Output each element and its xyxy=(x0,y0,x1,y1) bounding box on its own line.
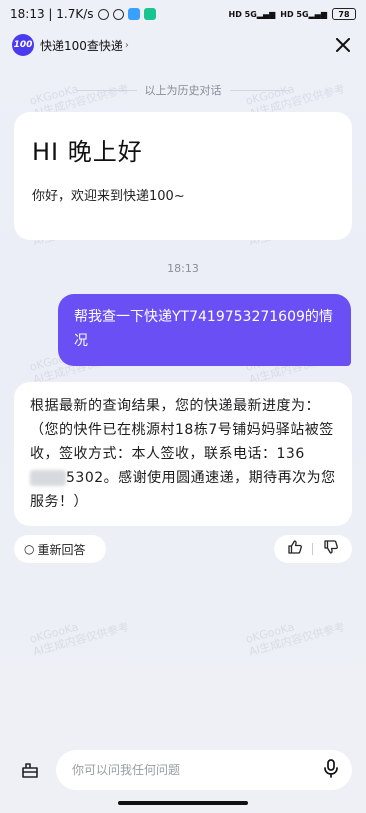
divider-line xyxy=(229,89,290,91)
welcome-card: HI 晚上好 你好，欢迎来到快递100~ xyxy=(14,112,352,240)
app-logo: 100 xyxy=(12,34,34,56)
message-input-box xyxy=(56,750,352,790)
refresh-icon: ○ xyxy=(24,542,35,556)
redacted-phone xyxy=(30,470,66,486)
user-message-text: 帮我查一下快递YT7419753271609的情况 xyxy=(74,309,333,349)
message-timestamp: 18:13 xyxy=(167,262,199,275)
watermark: oKGooKaAI生成内容仅供参考 xyxy=(244,620,347,659)
reply-text-part1: 根据最新的查询结果，您的快递最新进度为：（您的快件已在桃源村18栋7号铺妈妈驿站… xyxy=(30,398,334,462)
status-time: 18:13 | 1.7K/s xyxy=(10,7,94,21)
feedback-group xyxy=(274,535,352,563)
app-title[interactable]: 快递100查快递 xyxy=(40,37,123,54)
home-indicator[interactable] xyxy=(118,801,248,805)
alarm-icon xyxy=(112,8,124,20)
close-icon xyxy=(336,38,350,52)
app-header: 100 快递100查快递 › xyxy=(0,30,366,60)
signal-icon: HD 5G▂▄▆ xyxy=(228,9,276,19)
app-notification-icon xyxy=(127,8,140,20)
greeting-subtitle: 你好，欢迎来到快递100~ xyxy=(32,189,185,204)
watermark: oKGooKaAI生成内容仅供参考 xyxy=(28,620,131,659)
close-button[interactable] xyxy=(332,34,354,56)
microphone-icon xyxy=(324,759,338,778)
divider-line xyxy=(76,89,137,91)
voice-input-button[interactable] xyxy=(322,758,340,782)
toolbox-button[interactable] xyxy=(14,754,46,786)
signal-icon-2: HD 5G▂▄▆ xyxy=(280,9,327,19)
input-bar xyxy=(0,742,366,798)
battery-icon: 78 xyxy=(332,8,356,20)
status-bar: 18:13 | 1.7K/s HD 5G▂▄▆ HD 5G▂▄▆ 78 xyxy=(0,0,366,28)
thumbs-up-icon xyxy=(288,540,302,554)
feedback-divider xyxy=(312,543,314,555)
app-notification-icon-2 xyxy=(143,8,156,20)
thumbs-down-button[interactable] xyxy=(323,539,339,559)
history-label: 以上为历史对话 xyxy=(144,84,222,97)
chevron-right-icon: › xyxy=(124,39,129,51)
toolbox-icon xyxy=(22,763,38,778)
user-message-bubble: 帮我查一下快递YT7419753271609的情况 xyxy=(58,294,351,366)
regenerate-button[interactable]: ○ 重新回答 xyxy=(14,535,106,563)
greeting-title: HI 晚上好 xyxy=(32,138,143,166)
reply-text-part2: 5302。感谢使用圆通速递，期待再次为您服务！） xyxy=(30,470,336,510)
thumbs-up-button[interactable] xyxy=(287,539,303,559)
history-divider: 以上为历史对话 xyxy=(0,82,366,98)
regenerate-label: 重新回答 xyxy=(37,542,86,557)
assistant-reply-card: 根据最新的查询结果，您的快递最新进度为：（您的快件已在桃源村18栋7号铺妈妈驿站… xyxy=(14,382,352,526)
notification-icon xyxy=(97,8,109,20)
message-input[interactable] xyxy=(72,763,322,777)
thumbs-down-icon xyxy=(324,540,339,554)
